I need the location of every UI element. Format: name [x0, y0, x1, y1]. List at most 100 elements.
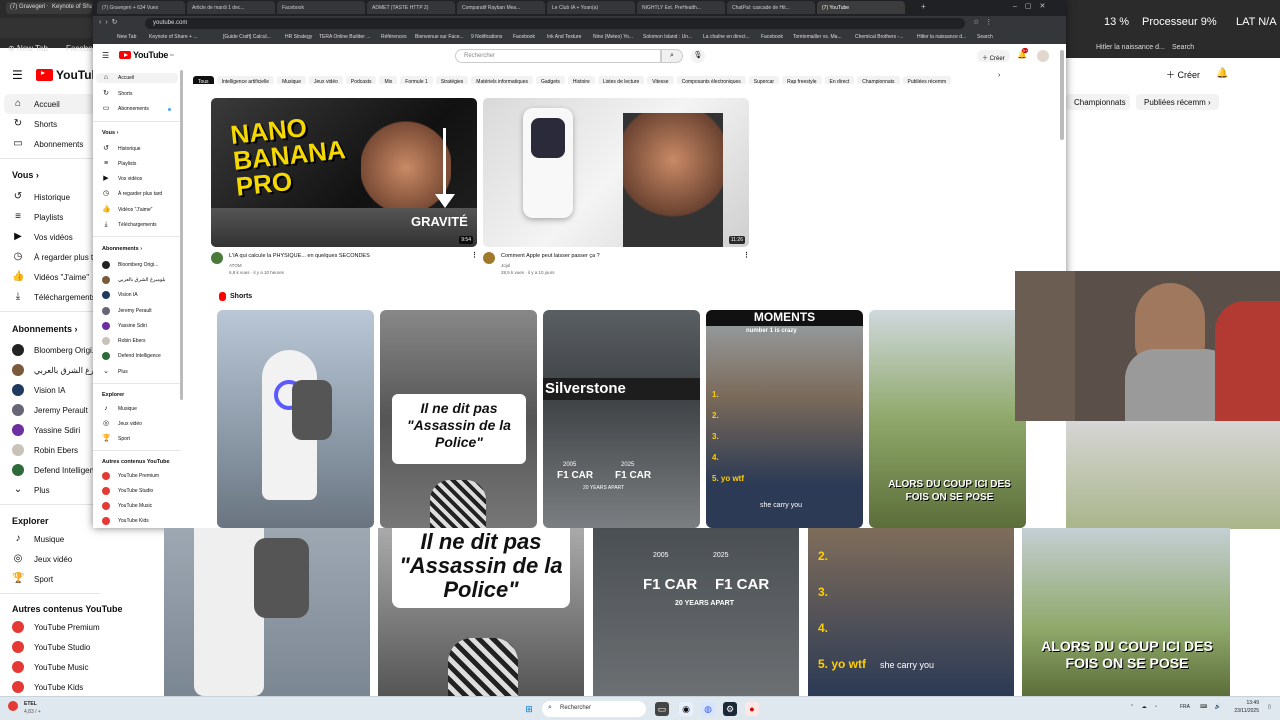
bookmark[interactable]: New Tab	[117, 34, 136, 40]
chip-category[interactable]: Rap freestyle	[782, 76, 822, 84]
browser-tab[interactable]: ChatPal: cascade de Hit...	[727, 1, 815, 14]
nav-buttons[interactable]: ‹›↻	[99, 18, 122, 26]
browser-tab[interactable]: (7) Gravegeri + 634 Vues	[97, 1, 185, 14]
browser-tab[interactable]: ADMET (TASTE HTTP 2)	[367, 1, 455, 14]
extension-icons[interactable]: ☆⋮	[973, 18, 998, 26]
short-card[interactable]: Silverstone 2005 2025 F1 CAR F1 CAR 20 Y…	[543, 310, 700, 528]
video-title[interactable]: Comment Apple peut laisser passer ça ?	[501, 253, 600, 259]
sidebar-item-liked[interactable]: 👍 Vidéos "J'aime"	[102, 205, 152, 215]
weather-icon[interactable]	[8, 701, 18, 711]
chip-category[interactable]: Mix	[379, 76, 398, 84]
chip-category[interactable]: Supercar	[748, 76, 780, 84]
app-icon[interactable]: ◍	[701, 702, 715, 716]
chip-category[interactable]: Vitesse	[647, 76, 674, 84]
bg-bookmark-newtab[interactable]: ⊕ New Tab	[8, 44, 48, 53]
bg-sidebar-item-playlists[interactable]: ≡ Playlists	[12, 211, 63, 223]
bg-sidebar-item-subscriptions[interactable]: ▭ Abonnements	[12, 138, 83, 150]
clock-date[interactable]: 23/11/2025	[1227, 708, 1259, 714]
bookmark[interactable]: Tomtemailler vs. Ma...	[793, 34, 842, 40]
explore-item-sport[interactable]: 🏆 Sport	[102, 434, 130, 444]
browser-tab[interactable]: Facebook	[277, 1, 365, 14]
bg-sub-item[interactable]: Robin Ebers	[12, 444, 78, 456]
video-thumbnail[interactable]: 11:26	[483, 98, 749, 247]
chip-category[interactable]: Publiées récemm	[902, 76, 952, 84]
bg-bell-icon[interactable]: 🔔	[1216, 68, 1228, 79]
recorder-icon[interactable]: ●	[745, 702, 759, 716]
bg-other-item[interactable]: YouTube Kids	[12, 681, 83, 693]
browser-tab-active[interactable]: (7) YouTube	[817, 1, 905, 14]
video-thumbnail[interactable]: NANO BANANA PRO GRAVITÉ 9:54	[211, 98, 477, 247]
bg-tab[interactable]: Keynote of Share + ...	[48, 2, 92, 14]
you-heading[interactable]: Vous ›	[102, 130, 118, 136]
browser-tab[interactable]: Le Club IA + Yoan(a)	[547, 1, 635, 14]
chip-category[interactable]: Listes de lecture	[597, 76, 645, 84]
subscription-item[interactable]: Defend Intelligence	[102, 351, 161, 361]
chip-category[interactable]: Championnats	[857, 76, 900, 84]
chrome-icon[interactable]: ◉	[679, 702, 693, 716]
bg-sub-item[interactable]: Bloomberg Origi...	[12, 344, 98, 356]
menu-icon[interactable]: ☰	[102, 51, 109, 60]
avatar[interactable]	[1037, 50, 1049, 62]
bg-menu-icon[interactable]: ☰	[12, 68, 23, 82]
bookmark[interactable]: Bienvenue sur Face...	[415, 34, 464, 40]
browser-tab[interactable]: Comparatif Rayban Mea...	[457, 1, 545, 14]
other-item-premium[interactable]: YouTube Premium	[102, 471, 159, 481]
steam-icon[interactable]: ⚙	[723, 702, 737, 716]
new-tab-icon[interactable]: +	[921, 2, 926, 11]
bookmark[interactable]: Keynote of Share + ...	[149, 34, 198, 40]
window-controls[interactable]: –▢✕	[1013, 2, 1053, 10]
sidebar-item-home[interactable]: ⌂ Accueil	[96, 73, 178, 83]
windows-start-icon[interactable]: ⊞	[522, 702, 536, 716]
channel-name[interactable]: Jojol	[501, 263, 510, 268]
other-item-studio[interactable]: YouTube Studio	[102, 486, 153, 496]
bg-bookmark[interactable]: Hitler la naissance d...	[1096, 44, 1165, 51]
browser-tab[interactable]: NIGHTLY Ext. PreHealth...	[637, 1, 725, 14]
tray-status-icons[interactable]: ⌨ 🔊	[1200, 704, 1224, 710]
bg-sidebar-item-history[interactable]: ↺ Historique	[12, 191, 70, 203]
bookmark[interactable]: La chaîne en direct...	[703, 34, 750, 40]
chip-category[interactable]: Stratégies	[435, 76, 469, 84]
sidebar-item-history[interactable]: ↺ Historique	[102, 144, 140, 154]
bookmark[interactable]: Solomon Island : Un...	[643, 34, 692, 40]
tray-icons[interactable]: ⌃ ☁ ◔	[1130, 704, 1160, 710]
chip-category[interactable]: Jeux vidéo	[309, 76, 343, 84]
subscription-item[interactable]: Yassine Sdiri	[102, 321, 147, 331]
bg-sub-item[interactable]: Defend Intelligen...	[12, 464, 101, 476]
short-card[interactable]	[217, 310, 374, 528]
create-button[interactable]: ＋ Créer	[977, 50, 1010, 62]
bookmark[interactable]: [Guide Craft] Calcul...	[223, 34, 271, 40]
bg-sidebar-item-watch-later[interactable]: ◷ À regarder plus tard	[12, 251, 105, 263]
bookmark[interactable]: Facebook	[761, 34, 783, 40]
subscriptions-heading[interactable]: Abonnements ›	[102, 246, 142, 252]
bookmark[interactable]: Ink And Texture	[547, 34, 581, 40]
bg-subs-heading[interactable]: Abonnements ›	[12, 324, 78, 334]
notifications-icon[interactable]: ▯	[1268, 704, 1271, 710]
clock-time[interactable]: 13:49	[1227, 700, 1259, 706]
video-title[interactable]: L'IA qui calcule la PHYSIQUE... en quelq…	[229, 253, 370, 259]
sidebar-item-shorts[interactable]: ↻ Shorts	[102, 89, 132, 99]
weather-label[interactable]: ETEL	[24, 701, 37, 707]
bookmark[interactable]: Search	[977, 34, 993, 40]
chip-category[interactable]: Formule 1	[400, 76, 433, 84]
page-scrollbar[interactable]	[1060, 50, 1064, 140]
sidebar-item-playlists[interactable]: ≡ Playlists	[102, 159, 136, 169]
bg-sub-item[interactable]: Yassine Sdiri	[12, 424, 80, 436]
bg-other-item[interactable]: YouTube Music	[12, 661, 89, 673]
bg-sidebar-item-downloads[interactable]: ⤓ Téléchargements	[12, 291, 96, 303]
bg-chip[interactable]: Championnats	[1066, 94, 1130, 110]
sidebar-more[interactable]: ⌄ Plus	[102, 367, 128, 377]
chip-category[interactable]: Gadgets	[535, 76, 565, 84]
youtube-logo[interactable]: YouTube FR	[119, 50, 174, 60]
short-card[interactable]: ALORS DU COUP ICI DES FOIS ON SE POSE	[869, 310, 1026, 528]
bg-you-heading[interactable]: Vous ›	[12, 170, 39, 180]
bg-sidebar-item-shorts[interactable]: ↻ Shorts	[12, 118, 57, 130]
bookmark[interactable]: Hitler la naissance d...	[917, 34, 966, 40]
bg-other-item[interactable]: YouTube Premium	[12, 621, 100, 633]
taskbar-search[interactable]: ⌕ Rechercher	[542, 701, 646, 717]
chips-next-icon[interactable]: ›	[998, 72, 1000, 79]
sidebar-item-downloads[interactable]: ⤓ Téléchargements	[102, 220, 156, 230]
bg-other-item[interactable]: YouTube Studio	[12, 641, 90, 653]
chip-category[interactable]: Composants électroniques	[676, 76, 746, 84]
bg-bookmark-search[interactable]: Search	[1172, 44, 1194, 51]
bg-sub-item[interactable]: Vision IA	[12, 384, 65, 396]
